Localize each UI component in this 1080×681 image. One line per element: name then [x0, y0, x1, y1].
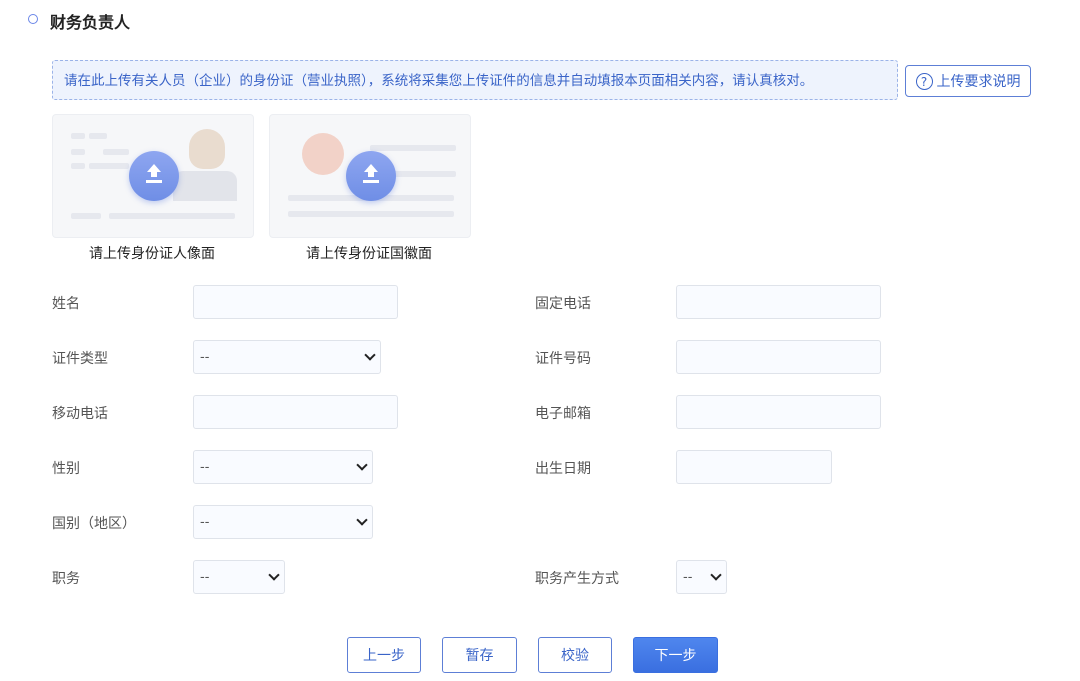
- name-label: 姓名: [52, 296, 80, 312]
- question-icon: ?: [915, 72, 933, 90]
- position-value: --: [200, 569, 210, 585]
- placeholder-line: [103, 149, 129, 155]
- appointment-method-label: 职务产生方式: [535, 571, 619, 587]
- landline-input[interactable]: [676, 285, 881, 319]
- placeholder-line: [89, 163, 129, 169]
- chevron-down-icon: [710, 569, 722, 581]
- verify-button[interactable]: 校验: [538, 637, 612, 673]
- gender-value: --: [200, 459, 210, 475]
- prev-step-button[interactable]: 上一步: [347, 637, 421, 673]
- placeholder-line: [71, 133, 85, 139]
- birth-date-input[interactable]: [676, 450, 832, 484]
- gender-select[interactable]: --: [193, 450, 373, 484]
- section-marker-icon: [28, 14, 38, 24]
- email-input[interactable]: [676, 395, 881, 429]
- upload-icon[interactable]: [346, 151, 396, 201]
- position-select[interactable]: --: [193, 560, 285, 594]
- upload-id-emblem[interactable]: [269, 114, 471, 238]
- placeholder-line: [71, 163, 85, 169]
- upload-requirements-button[interactable]: ? 上传要求说明: [905, 65, 1031, 97]
- placeholder-line: [109, 213, 235, 219]
- upload-icon[interactable]: [129, 151, 179, 201]
- chevron-down-icon: [356, 459, 368, 471]
- gender-label: 性别: [52, 461, 80, 477]
- section-title: 财务负责人: [50, 13, 131, 32]
- upload-notice: 请在此上传有关人员（企业）的身份证（营业执照），系统将采集您上传证件的信息并自动…: [52, 60, 898, 100]
- chevron-down-icon: [268, 569, 280, 581]
- save-draft-button[interactable]: 暂存: [442, 637, 517, 673]
- nationality-value: --: [200, 514, 210, 530]
- id-type-select[interactable]: --: [193, 340, 381, 374]
- next-step-button[interactable]: 下一步: [633, 637, 718, 673]
- placeholder-line: [89, 133, 107, 139]
- chevron-down-icon: [356, 514, 368, 526]
- upload-id-portrait[interactable]: [52, 114, 254, 238]
- nationality-select[interactable]: --: [193, 505, 373, 539]
- appointment-method-value: --: [683, 569, 693, 585]
- upload-portrait-caption: 请上传身份证人像面: [89, 246, 215, 262]
- national-emblem-icon: [302, 133, 344, 175]
- upload-emblem-caption: 请上传身份证国徽面: [306, 246, 432, 262]
- mobile-input[interactable]: [193, 395, 398, 429]
- chevron-down-icon: [364, 349, 376, 361]
- birth-date-label: 出生日期: [535, 461, 591, 477]
- upload-requirements-label: 上传要求说明: [936, 74, 1021, 90]
- portrait-body-icon: [173, 171, 237, 201]
- nationality-label: 国别（地区）: [52, 516, 136, 532]
- placeholder-line: [370, 145, 456, 151]
- id-type-value: --: [200, 349, 210, 365]
- id-number-label: 证件号码: [535, 351, 591, 367]
- id-type-label: 证件类型: [52, 351, 108, 367]
- position-label: 职务: [52, 571, 80, 587]
- id-number-input[interactable]: [676, 340, 881, 374]
- portrait-head-icon: [189, 129, 225, 169]
- placeholder-line: [288, 211, 454, 217]
- landline-label: 固定电话: [535, 296, 591, 312]
- mobile-label: 移动电话: [52, 406, 108, 422]
- email-label: 电子邮箱: [535, 406, 591, 422]
- placeholder-line: [71, 213, 101, 219]
- appointment-method-select[interactable]: --: [676, 560, 727, 594]
- name-input[interactable]: [193, 285, 398, 319]
- placeholder-line: [71, 149, 85, 155]
